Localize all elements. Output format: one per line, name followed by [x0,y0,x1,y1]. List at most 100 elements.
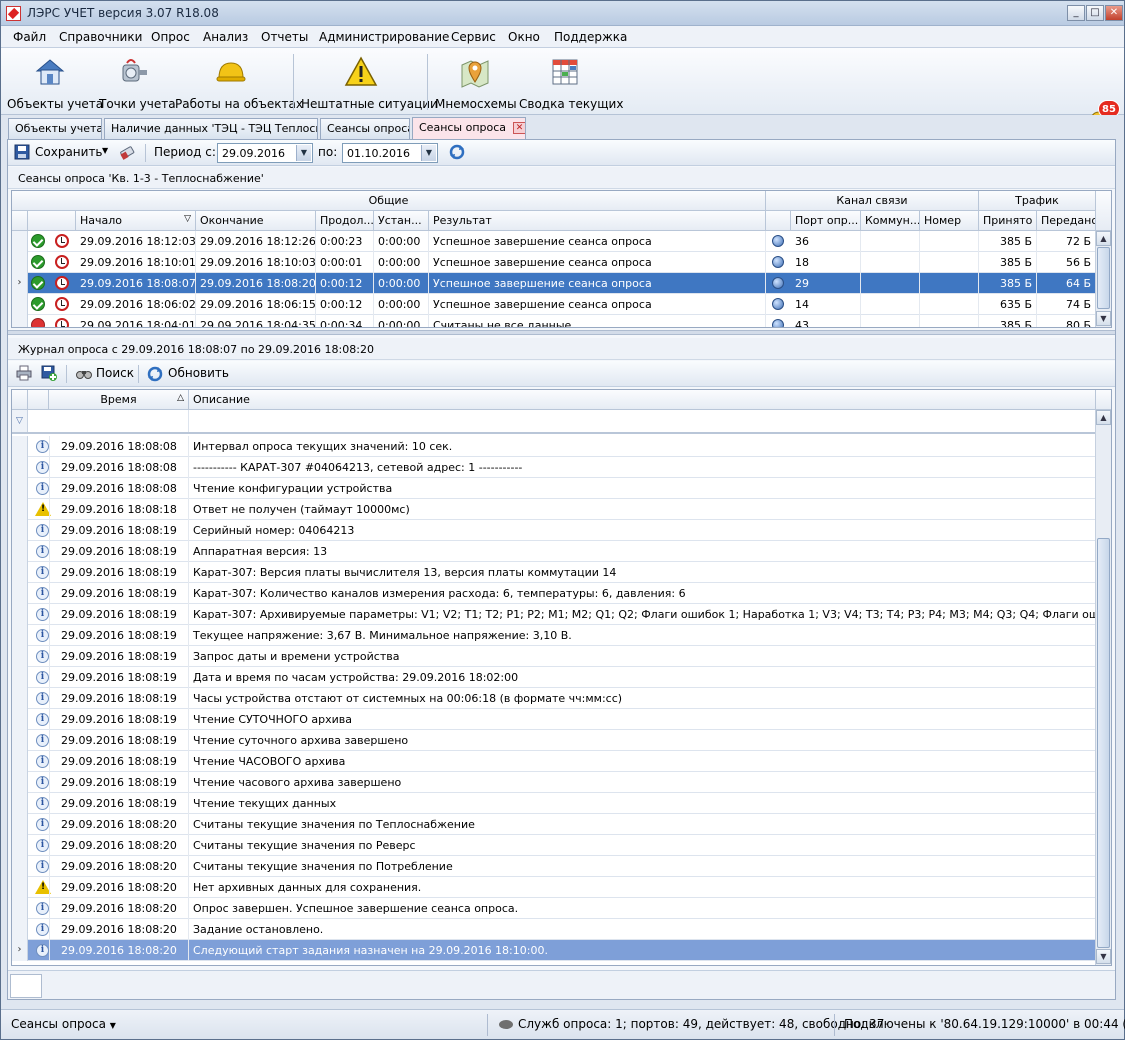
journal-row[interactable]: i 29.09.2016 18:08:20 Опрос завершен. Успе… [12,898,1096,919]
journal-row[interactable]: i 29.09.2016 18:08:20 Задание остановлено. [12,919,1096,940]
journal-row[interactable]: i 29.09.2016 18:08:19 Чтение суточного арх… [12,730,1096,751]
journal-row[interactable]: i 29.09.2016 18:08:19 Карат-307: Версия пл… [12,562,1096,583]
date-from-input[interactable]: 29.09.2016 ▼ [217,143,313,163]
row-indicator[interactable] [12,856,28,877]
row-indicator[interactable] [12,604,28,625]
menu-service[interactable]: Сервис [451,30,496,44]
menu-analysis[interactable]: Анализ [203,30,248,44]
maximize-button[interactable]: □ [1086,5,1104,21]
column-header-established[interactable]: Устан... [374,211,429,231]
row-indicator[interactable] [12,625,28,646]
session-row[interactable]: › 29.09.2016 18:08:07 29.09.2016 18:08:20 0… [12,273,1096,294]
menu-directories[interactable]: Справочники [59,30,142,44]
row-indicator[interactable] [12,898,28,919]
filter-icon[interactable]: ▽ [12,410,28,432]
menu-file[interactable]: Файл [13,30,46,44]
column-header-duration[interactable]: Продол... [316,211,374,231]
row-indicator[interactable] [12,457,28,478]
scroll-thumb[interactable] [1097,247,1110,309]
journal-row[interactable]: 29.09.2016 18:08:20Нет архивных данных д… [12,877,1096,898]
row-indicator[interactable] [12,772,28,793]
column-header-comm[interactable]: Коммун... [861,211,920,231]
row-indicator[interactable] [12,793,28,814]
row-indicator[interactable] [12,499,28,520]
journal-row[interactable]: i 29.09.2016 18:08:20 Считаны текущие знач… [12,835,1096,856]
ribbon-points-button[interactable]: Точки учета [99,52,176,112]
journal-row[interactable]: i 29.09.2016 18:08:19 Чтение СУТОЧНОГО арх… [12,709,1096,730]
column-header-end[interactable]: Окончание [196,211,316,231]
refresh-sessions-button[interactable] [449,144,465,160]
journal-row[interactable]: i 29.09.2016 18:08:19 Чтение часового архи… [12,772,1096,793]
row-indicator[interactable] [12,688,28,709]
row-indicator[interactable] [12,730,28,751]
column-header-time[interactable]: Время △ [49,390,189,410]
calendar-dropdown-icon[interactable]: ▼ [421,145,436,161]
session-row[interactable]: 29.09.2016 18:04:01 29.09.2016 18:04:35 0:… [12,315,1096,327]
calendar-dropdown-icon[interactable]: ▼ [296,145,311,161]
menu-administration[interactable]: Администрирование [319,30,449,44]
export-button[interactable] [41,365,57,381]
row-indicator[interactable] [12,877,28,898]
close-tab-icon[interactable]: ✕ [513,122,525,134]
row-indicator[interactable] [12,751,28,772]
time-filter-input[interactable] [49,410,189,432]
menu-window[interactable]: Окно [508,30,540,44]
journal-row[interactable]: i 29.09.2016 18:08:19 Текущее напряжение: … [12,625,1096,646]
row-indicator[interactable] [12,814,28,835]
column-header-port[interactable]: Порт опр... [791,211,861,231]
ribbon-mnemo-button[interactable]: Мнемосхемы [435,52,517,112]
scroll-up-icon[interactable]: ▲ [1096,231,1111,246]
scroll-down-icon[interactable]: ▼ [1096,949,1111,964]
journal-row[interactable]: i 29.09.2016 18:08:20 Считаны текущие знач… [12,856,1096,877]
row-indicator[interactable] [12,835,28,856]
journal-row[interactable]: › i 29.09.2016 18:08:20 Следующий старт зад… [12,940,1096,961]
scroll-up-icon[interactable]: ▲ [1096,410,1111,425]
status-view-selector[interactable]: Сеансы опроса ▼ [11,1017,116,1031]
ribbon-objects-button[interactable]: Объекты учета [7,52,103,112]
print-button[interactable] [16,365,32,381]
description-filter-input[interactable] [189,410,1096,432]
tab-sessions-1[interactable]: Сеансы опроса [320,118,410,139]
journal-row[interactable]: i 29.09.2016 18:08:19 Часы устройства отст… [12,688,1096,709]
ribbon-emergency-button[interactable]: Нештатные ситуации [301,52,438,112]
row-indicator[interactable] [12,520,28,541]
column-header-number[interactable]: Номер [920,211,979,231]
column-header-start[interactable]: Начало ▽ [76,211,196,231]
journal-row[interactable]: i 29.09.2016 18:08:08 Интервал опроса теку… [12,436,1096,457]
row-indicator[interactable] [12,646,28,667]
row-indicator[interactable] [12,294,28,315]
row-indicator[interactable] [12,541,28,562]
row-indicator[interactable] [12,231,28,252]
row-indicator[interactable] [12,919,28,940]
journal-scrollbar[interactable]: ▲ ▼ [1095,410,1111,965]
scroll-down-icon[interactable]: ▼ [1096,311,1111,326]
menu-support[interactable]: Поддержка [554,30,627,44]
row-indicator[interactable] [12,667,28,688]
ribbon-works-button[interactable]: Работы на объектах [175,52,303,112]
sessions-scrollbar[interactable]: ▲ ▼ [1095,231,1111,327]
ribbon-summary-button[interactable]: Сводка текущих [519,52,623,112]
journal-row[interactable]: i 29.09.2016 18:08:20 Считаны текущие знач… [12,814,1096,835]
journal-row[interactable]: i 29.09.2016 18:08:19 Чтение ЧАСОВОГО архи… [12,751,1096,772]
journal-row[interactable]: i 29.09.2016 18:08:19 Карат-307: Архивируе… [12,604,1096,625]
journal-row[interactable]: i 29.09.2016 18:08:19 Дата и время по часа… [12,667,1096,688]
tab-sessions-active[interactable]: Сеансы опроса ✕ [412,117,526,139]
filter-clear-button[interactable] [118,143,136,161]
journal-row[interactable]: i 29.09.2016 18:08:19 Аппаратная версия: 1… [12,541,1096,562]
menu-reports[interactable]: Отчеты [261,30,308,44]
column-header-sent[interactable]: Передано [1037,211,1096,231]
splitter[interactable] [8,330,1115,335]
row-indicator[interactable] [12,315,28,327]
minimize-button[interactable]: _ [1067,5,1085,21]
column-header-received[interactable]: Принято [979,211,1037,231]
row-indicator[interactable] [12,562,28,583]
row-indicator[interactable] [12,436,28,457]
menu-poll[interactable]: Опрос [151,30,190,44]
tab-objects[interactable]: Объекты учета [8,118,102,139]
row-indicator[interactable] [12,709,28,730]
session-row[interactable]: 29.09.2016 18:10:01 29.09.2016 18:10:03 0:… [12,252,1096,273]
journal-row[interactable]: i 29.09.2016 18:08:19 Серийный номер: 0406… [12,520,1096,541]
journal-row[interactable]: i 29.09.2016 18:08:19 Запрос даты и времен… [12,646,1096,667]
row-indicator[interactable] [12,478,28,499]
tab-data-availability[interactable]: Наличие данных 'ТЭЦ - ТЭЦ Теплоснабж [104,118,318,139]
